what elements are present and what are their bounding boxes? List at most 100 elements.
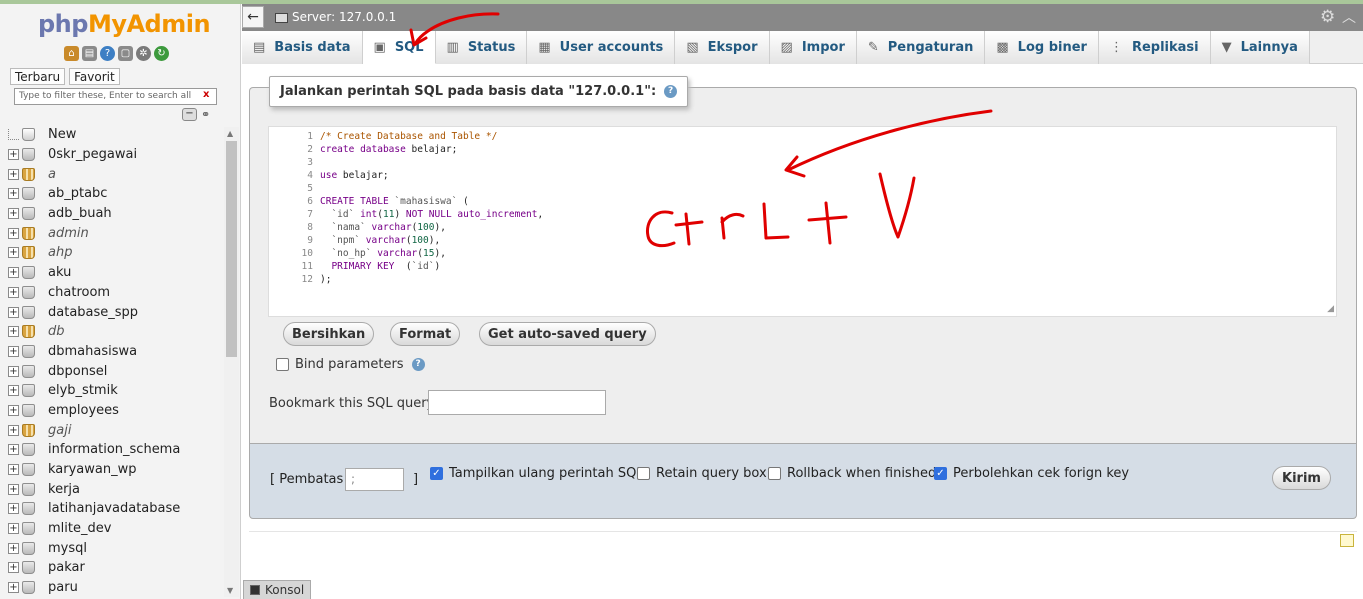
- tab-pengaturan[interactable]: ✎ Pengaturan: [856, 31, 986, 64]
- tree-item-new[interactable]: New: [8, 125, 224, 145]
- tab-sql[interactable]: ▣ SQL: [362, 31, 436, 64]
- expand-icon[interactable]: +: [8, 306, 19, 318]
- code-line[interactable]: `no_hp` varchar(15),: [320, 247, 543, 260]
- tree-item-label[interactable]: pakar: [48, 560, 85, 575]
- option-show-query[interactable]: ✓ Tampilkan ulang perintah SQL: [430, 466, 644, 481]
- expand-icon[interactable]: +: [8, 149, 19, 161]
- tree-item-label[interactable]: employees: [48, 403, 119, 418]
- tab-user-accounts[interactable]: ▦ User accounts: [527, 31, 676, 64]
- tree-item-database[interactable]: + employees: [8, 401, 224, 421]
- tree-item-label[interactable]: gaji: [48, 423, 71, 438]
- tree-item-database[interactable]: + elyb_stmik: [8, 381, 224, 401]
- settings-icon[interactable]: ✲: [136, 46, 151, 61]
- tree-item-label[interactable]: dbmahasiswa: [48, 344, 137, 359]
- code-line[interactable]: [320, 182, 543, 195]
- tab-impor[interactable]: ▨ Impor: [769, 31, 857, 64]
- tree-item-database[interactable]: + kerja: [8, 479, 224, 499]
- info-icon[interactable]: ?: [100, 46, 115, 61]
- sql-editor[interactable]: 1 2 3 4 5 6 7 8 9 10 11 12 /* Create Database and T…: [268, 126, 1337, 317]
- code-line[interactable]: `id` int(11) NOT NULL auto_increment,: [320, 208, 543, 221]
- tree-item-database[interactable]: + mysql: [8, 538, 224, 558]
- retain-checkbox[interactable]: [637, 467, 650, 480]
- tree-item-label[interactable]: information_schema: [48, 442, 180, 457]
- tree-item-database[interactable]: + karyawan_wp: [8, 460, 224, 480]
- sql-code[interactable]: /* Create Database and Table */create da…: [320, 130, 543, 286]
- bookmark-input[interactable]: [428, 390, 606, 415]
- scroll-thumb[interactable]: [226, 141, 237, 357]
- docs-icon[interactable]: ▢: [118, 46, 133, 61]
- tree-item-database[interactable]: + aku: [8, 263, 224, 283]
- expand-icon[interactable]: +: [8, 345, 19, 357]
- expand-icon[interactable]: +: [8, 424, 19, 436]
- tree-item-label[interactable]: mysql: [48, 541, 87, 556]
- expand-icon[interactable]: +: [8, 542, 19, 554]
- code-line[interactable]: use belajar;: [320, 169, 543, 182]
- tab-ekspor[interactable]: ▧ Ekspor: [675, 31, 770, 64]
- expand-icon[interactable]: +: [8, 326, 19, 338]
- foreign-key-checkbox[interactable]: ✓: [934, 467, 947, 480]
- console-tab[interactable]: Konsol: [243, 580, 312, 599]
- code-line[interactable]: PRIMARY KEY (`id`): [320, 260, 543, 273]
- expand-icon[interactable]: +: [8, 385, 19, 397]
- tree-item-database[interactable]: + information_schema: [8, 440, 224, 460]
- expand-icon[interactable]: +: [8, 286, 19, 298]
- phpmyadmin-logo[interactable]: phpMyAdmin: [38, 10, 211, 38]
- tree-item-label[interactable]: kerja: [48, 482, 80, 497]
- tree-item-label[interactable]: dbponsel: [48, 364, 107, 379]
- tree-item-label[interactable]: chatroom: [48, 285, 110, 300]
- expand-icon[interactable]: +: [8, 267, 19, 279]
- tree-item-label[interactable]: latihanjavadatabase: [48, 501, 180, 516]
- collapse-all-button[interactable]: −: [182, 108, 197, 121]
- expand-icon[interactable]: +: [8, 247, 19, 259]
- tab-status[interactable]: ▥ Status: [435, 31, 528, 64]
- gear-icon[interactable]: ⚙: [1320, 7, 1335, 27]
- code-line[interactable]: );: [320, 273, 543, 286]
- tree-item-database[interactable]: + mlite_dev: [8, 519, 224, 539]
- expand-icon[interactable]: +: [8, 483, 19, 495]
- tree-item-label[interactable]: 0skr_pegawai: [48, 147, 137, 162]
- tree-item-database[interactable]: + a: [8, 164, 224, 184]
- delimiter-input[interactable]: ;: [345, 468, 404, 491]
- bind-parameters-checkbox[interactable]: [276, 358, 289, 371]
- server-title[interactable]: Server: 127.0.0.1: [292, 10, 396, 24]
- code-line[interactable]: `nama` varchar(100),: [320, 221, 543, 234]
- expand-icon[interactable]: +: [8, 503, 19, 515]
- tree-item-database[interactable]: + chatroom: [8, 283, 224, 303]
- option-rollback[interactable]: Rollback when finished: [768, 466, 936, 481]
- tree-item-label[interactable]: elyb_stmik: [48, 383, 118, 398]
- expand-icon[interactable]: +: [8, 168, 19, 180]
- expand-icon[interactable]: +: [8, 523, 19, 535]
- tab-replikasi[interactable]: ⋮ Replikasi: [1098, 31, 1211, 64]
- format-button[interactable]: Format: [390, 322, 461, 346]
- expand-icon[interactable]: +: [8, 582, 19, 594]
- expand-icon[interactable]: +: [8, 227, 19, 239]
- tree-item-database[interactable]: + admin: [8, 223, 224, 243]
- back-button[interactable]: ←: [242, 6, 264, 28]
- tree-item-database[interactable]: + db: [8, 322, 224, 342]
- tree-item-database[interactable]: + dbmahasiswa: [8, 342, 224, 362]
- tree-item-label[interactable]: mlite_dev: [48, 521, 111, 536]
- tree-item-label[interactable]: New: [48, 127, 76, 142]
- expand-icon[interactable]: +: [8, 188, 19, 200]
- expand-icon[interactable]: +: [8, 562, 19, 574]
- filter-clear-icon[interactable]: x: [203, 89, 209, 100]
- expand-icon[interactable]: +: [8, 208, 19, 220]
- filter-input[interactable]: Type to filter these, Enter to search al…: [14, 88, 217, 105]
- tree-item-database[interactable]: + adb_buah: [8, 204, 224, 224]
- code-line[interactable]: `npm` varchar(100),: [320, 234, 543, 247]
- home-icon[interactable]: ⌂: [64, 46, 79, 61]
- tree-item-database[interactable]: + latihanjavadatabase: [8, 499, 224, 519]
- tree-item-label[interactable]: karyawan_wp: [48, 462, 137, 477]
- tree-item-label[interactable]: database_spp: [48, 305, 138, 320]
- tab-log-biner[interactable]: ▩ Log biner: [985, 31, 1099, 64]
- submit-button[interactable]: Kirim: [1272, 466, 1331, 490]
- resize-handle-icon[interactable]: ◢: [1327, 304, 1334, 314]
- expand-icon[interactable]: +: [8, 404, 19, 416]
- code-line[interactable]: /* Create Database and Table */: [320, 130, 543, 143]
- reload-icon[interactable]: ↻: [154, 46, 169, 61]
- expand-icon[interactable]: +: [8, 444, 19, 456]
- expand-icon[interactable]: +: [8, 365, 19, 377]
- code-line[interactable]: CREATE TABLE `mahasiswa` (: [320, 195, 543, 208]
- option-retain[interactable]: Retain query box: [637, 466, 767, 481]
- tree-item-label[interactable]: a: [48, 167, 56, 182]
